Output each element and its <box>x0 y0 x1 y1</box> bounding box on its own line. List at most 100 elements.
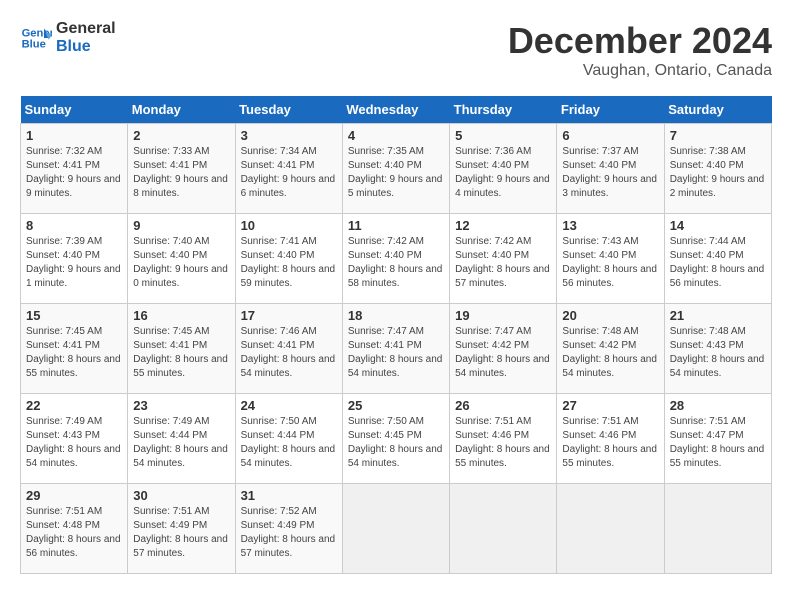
calendar-cell: 3 Sunrise: 7:34 AMSunset: 4:41 PMDaylight… <box>235 124 342 214</box>
calendar-cell: 13 Sunrise: 7:43 AMSunset: 4:40 PMDayligh… <box>557 214 664 304</box>
week-row-2: 8 Sunrise: 7:39 AMSunset: 4:40 PMDaylight… <box>21 214 772 304</box>
calendar-cell: 8 Sunrise: 7:39 AMSunset: 4:40 PMDaylight… <box>21 214 128 304</box>
day-info: Sunrise: 7:34 AMSunset: 4:41 PMDaylight:… <box>241 145 337 201</box>
calendar-cell: 5Sunrise: 7:36 AMSunset: 4:40 PMDaylight… <box>450 124 557 214</box>
day-number: 22 <box>26 398 122 413</box>
day-number: 11 <box>348 218 444 233</box>
calendar-cell: 19 Sunrise: 7:47 AMSunset: 4:42 PMDayligh… <box>450 304 557 394</box>
week-row-3: 15 Sunrise: 7:45 AMSunset: 4:41 PMDayligh… <box>21 304 772 394</box>
day-info: Sunrise: 7:50 AMSunset: 4:45 PMDaylight:… <box>348 415 444 471</box>
calendar-cell: 7 Sunrise: 7:38 AMSunset: 4:40 PMDaylight… <box>664 124 771 214</box>
day-info: Sunrise: 7:47 AMSunset: 4:42 PMDaylight:… <box>455 325 551 381</box>
week-row-5: 29 Sunrise: 7:51 AMSunset: 4:48 PMDayligh… <box>21 484 772 574</box>
day-header-saturday: Saturday <box>664 96 771 124</box>
day-info: Sunrise: 7:35 AMSunset: 4:40 PMDaylight:… <box>348 145 444 201</box>
day-number: 26 <box>455 398 551 413</box>
day-header-monday: Monday <box>128 96 235 124</box>
day-number: 9 <box>133 218 229 233</box>
day-info: Sunrise: 7:39 AMSunset: 4:40 PMDaylight:… <box>26 235 122 291</box>
day-number: 10 <box>241 218 337 233</box>
calendar-cell: 12Sunrise: 7:42 AMSunset: 4:40 PMDayligh… <box>450 214 557 304</box>
day-number: 8 <box>26 218 122 233</box>
calendar-cell: 2Sunrise: 7:33 AMSunset: 4:41 PMDaylight… <box>128 124 235 214</box>
calendar-cell: 17Sunrise: 7:46 AMSunset: 4:41 PMDayligh… <box>235 304 342 394</box>
calendar-cell: 10 Sunrise: 7:41 AMSunset: 4:40 PMDayligh… <box>235 214 342 304</box>
week-row-1: 1Sunrise: 7:32 AMSunset: 4:41 PMDaylight… <box>21 124 772 214</box>
day-info: Sunrise: 7:48 AMSunset: 4:43 PMDaylight:… <box>670 325 766 381</box>
day-info: Sunrise: 7:43 AMSunset: 4:40 PMDaylight:… <box>562 235 658 291</box>
day-number: 7 <box>670 128 766 143</box>
header: General Blue General Blue December 2024 … <box>20 20 772 80</box>
day-number: 13 <box>562 218 658 233</box>
calendar-cell: 25 Sunrise: 7:50 AMSunset: 4:45 PMDayligh… <box>342 394 449 484</box>
calendar-cell: 20 Sunrise: 7:48 AMSunset: 4:42 PMDayligh… <box>557 304 664 394</box>
day-info: Sunrise: 7:37 AMSunset: 4:40 PMDaylight:… <box>562 145 658 201</box>
day-info: Sunrise: 7:42 AMSunset: 4:40 PMDaylight:… <box>348 235 444 291</box>
day-info: Sunrise: 7:51 AMSunset: 4:49 PMDaylight:… <box>133 505 229 561</box>
day-info: Sunrise: 7:51 AMSunset: 4:47 PMDaylight:… <box>670 415 766 471</box>
day-info: Sunrise: 7:41 AMSunset: 4:40 PMDaylight:… <box>241 235 337 291</box>
day-info: Sunrise: 7:51 AMSunset: 4:46 PMDaylight:… <box>562 415 658 471</box>
day-number: 23 <box>133 398 229 413</box>
day-info: Sunrise: 7:38 AMSunset: 4:40 PMDaylight:… <box>670 145 766 201</box>
logo: General Blue General Blue <box>20 20 116 55</box>
day-number: 24 <box>241 398 337 413</box>
calendar-cell: 22 Sunrise: 7:49 AMSunset: 4:43 PMDayligh… <box>21 394 128 484</box>
calendar-cell: 1Sunrise: 7:32 AMSunset: 4:41 PMDaylight… <box>21 124 128 214</box>
day-info: Sunrise: 7:50 AMSunset: 4:44 PMDaylight:… <box>241 415 337 471</box>
day-header-wednesday: Wednesday <box>342 96 449 124</box>
calendar-cell: 24 Sunrise: 7:50 AMSunset: 4:44 PMDayligh… <box>235 394 342 484</box>
week-row-4: 22 Sunrise: 7:49 AMSunset: 4:43 PMDayligh… <box>21 394 772 484</box>
calendar-cell: 16 Sunrise: 7:45 AMSunset: 4:41 PMDayligh… <box>128 304 235 394</box>
day-number: 1 <box>26 128 122 143</box>
day-number: 28 <box>670 398 766 413</box>
calendar-cell: 15 Sunrise: 7:45 AMSunset: 4:41 PMDayligh… <box>21 304 128 394</box>
day-info: Sunrise: 7:42 AMSunset: 4:40 PMDaylight:… <box>455 235 551 291</box>
title-area: December 2024 Vaughan, Ontario, Canada <box>508 20 772 80</box>
day-number: 21 <box>670 308 766 323</box>
day-info: Sunrise: 7:46 AMSunset: 4:41 PMDaylight:… <box>241 325 337 381</box>
day-info: Sunrise: 7:45 AMSunset: 4:41 PMDaylight:… <box>26 325 122 381</box>
day-number: 29 <box>26 488 122 503</box>
calendar-cell: 21 Sunrise: 7:48 AMSunset: 4:43 PMDayligh… <box>664 304 771 394</box>
day-number: 20 <box>562 308 658 323</box>
day-header-friday: Friday <box>557 96 664 124</box>
days-header-row: SundayMondayTuesdayWednesdayThursdayFrid… <box>21 96 772 124</box>
day-header-thursday: Thursday <box>450 96 557 124</box>
day-info: Sunrise: 7:40 AMSunset: 4:40 PMDaylight:… <box>133 235 229 291</box>
day-info: Sunrise: 7:51 AMSunset: 4:48 PMDaylight:… <box>26 505 122 561</box>
calendar-table: SundayMondayTuesdayWednesdayThursdayFrid… <box>20 96 772 574</box>
calendar-cell: 18 Sunrise: 7:47 AMSunset: 4:41 PMDayligh… <box>342 304 449 394</box>
day-number: 2 <box>133 128 229 143</box>
calendar-cell: 14Sunrise: 7:44 AMSunset: 4:40 PMDayligh… <box>664 214 771 304</box>
day-info: Sunrise: 7:48 AMSunset: 4:42 PMDaylight:… <box>562 325 658 381</box>
calendar-cell: 31 Sunrise: 7:52 AMSunset: 4:49 PMDayligh… <box>235 484 342 574</box>
calendar-cell: 6 Sunrise: 7:37 AMSunset: 4:40 PMDaylight… <box>557 124 664 214</box>
day-info: Sunrise: 7:49 AMSunset: 4:44 PMDaylight:… <box>133 415 229 471</box>
calendar-cell: 26 Sunrise: 7:51 AMSunset: 4:46 PMDayligh… <box>450 394 557 484</box>
calendar-cell <box>342 484 449 574</box>
day-header-tuesday: Tuesday <box>235 96 342 124</box>
calendar-cell: 30Sunrise: 7:51 AMSunset: 4:49 PMDayligh… <box>128 484 235 574</box>
day-number: 25 <box>348 398 444 413</box>
day-number: 15 <box>26 308 122 323</box>
day-info: Sunrise: 7:47 AMSunset: 4:41 PMDaylight:… <box>348 325 444 381</box>
day-number: 16 <box>133 308 229 323</box>
calendar-body: 1Sunrise: 7:32 AMSunset: 4:41 PMDaylight… <box>21 124 772 574</box>
day-info: Sunrise: 7:52 AMSunset: 4:49 PMDaylight:… <box>241 505 337 561</box>
day-info: Sunrise: 7:36 AMSunset: 4:40 PMDaylight:… <box>455 145 551 201</box>
calendar-cell: 28 Sunrise: 7:51 AMSunset: 4:47 PMDayligh… <box>664 394 771 484</box>
day-number: 3 <box>241 128 337 143</box>
day-info: Sunrise: 7:49 AMSunset: 4:43 PMDaylight:… <box>26 415 122 471</box>
calendar-cell: 23 Sunrise: 7:49 AMSunset: 4:44 PMDayligh… <box>128 394 235 484</box>
day-number: 14 <box>670 218 766 233</box>
day-number: 18 <box>348 308 444 323</box>
calendar-cell: 27 Sunrise: 7:51 AMSunset: 4:46 PMDayligh… <box>557 394 664 484</box>
day-number: 6 <box>562 128 658 143</box>
day-number: 27 <box>562 398 658 413</box>
day-number: 31 <box>241 488 337 503</box>
logo-blue: Blue <box>56 38 116 56</box>
day-info: Sunrise: 7:51 AMSunset: 4:46 PMDaylight:… <box>455 415 551 471</box>
day-number: 19 <box>455 308 551 323</box>
day-info: Sunrise: 7:45 AMSunset: 4:41 PMDaylight:… <box>133 325 229 381</box>
